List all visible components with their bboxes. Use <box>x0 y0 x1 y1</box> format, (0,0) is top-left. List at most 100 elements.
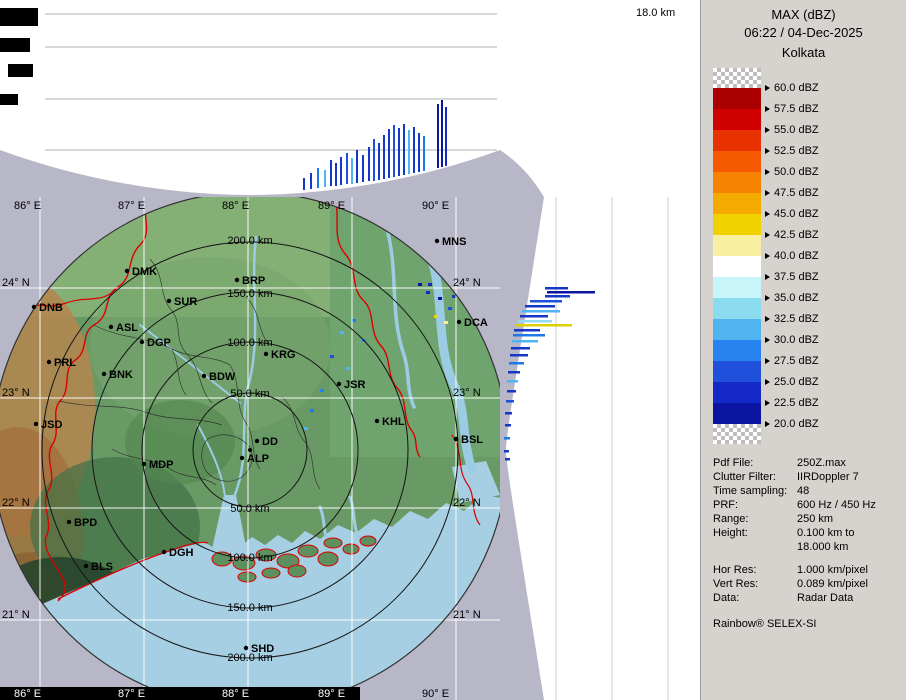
info-value: 250Z.max <box>797 456 846 470</box>
echo-bar <box>530 300 562 303</box>
color-swatch <box>713 130 761 151</box>
color-swatch <box>713 88 761 109</box>
echo-bar <box>335 163 337 186</box>
product-title: MAX (dBZ) <box>701 0 906 24</box>
echo-bar <box>441 100 443 167</box>
echo-bar <box>513 334 545 337</box>
echo-bar <box>351 158 353 184</box>
latitude-label: 23° N <box>453 387 481 399</box>
info-value: 18.000 km <box>797 540 848 554</box>
city-label: BRP <box>242 275 265 287</box>
scale-tick-arrow-icon <box>765 316 770 322</box>
latitude-label: 22° N <box>2 497 30 509</box>
product-info-list: Pdf File:250Z.maxClutter Filter:IIRDoppl… <box>713 456 903 605</box>
city-dot <box>255 439 259 443</box>
scale-tick-text: 42.5 dBZ <box>774 229 819 241</box>
echo-cell <box>352 319 356 322</box>
top-height-profile-panel <box>0 0 500 197</box>
city-label: PRL <box>54 357 76 369</box>
scale-tick-label: 42.5 dBZ <box>765 228 819 242</box>
scale-tick-label: 52.5 dBZ <box>765 144 819 158</box>
color-swatch <box>713 193 761 214</box>
echo-bar <box>514 329 540 332</box>
scale-tick-text: 20.0 dBZ <box>774 418 819 430</box>
city-dot <box>162 550 166 554</box>
scale-tick-text: 60.0 dBZ <box>774 82 819 94</box>
city-label: SHD <box>251 643 274 655</box>
scale-tick-text: 25.0 dBZ <box>774 376 819 388</box>
city-label: BSL <box>461 434 483 446</box>
city-label: JSR <box>344 379 365 391</box>
info-value: 600 Hz / 450 Hz <box>797 498 876 512</box>
info-row: Time sampling:48 <box>713 484 903 498</box>
city-dot <box>34 422 38 426</box>
product-datetime: 06:22 / 04-Dec-2025 <box>701 24 906 42</box>
longitude-label: 89° E <box>318 688 345 700</box>
scale-tick-arrow-icon <box>765 232 770 238</box>
radar-map-panel: 200.0 km150.0 km100.0 km50.0 km50.0 km10… <box>0 197 500 700</box>
city-dot <box>375 419 379 423</box>
city-label: SUR <box>174 296 197 308</box>
echo-bar <box>505 412 512 415</box>
echo-bar <box>445 107 447 166</box>
info-label: Pdf File: <box>713 456 797 470</box>
echo-cell <box>330 355 334 358</box>
color-swatch <box>713 361 761 382</box>
echo-cell <box>452 295 456 298</box>
city-label: MNS <box>442 236 466 248</box>
info-value: IIRDoppler 7 <box>797 470 859 484</box>
range-ring-label: 150.0 km <box>227 288 272 300</box>
longitude-label: 90° E <box>422 200 449 212</box>
transparency-checker-top <box>713 68 761 88</box>
city-label: DGH <box>169 547 194 559</box>
scale-tick-arrow-icon <box>765 253 770 259</box>
right-height-profile-panel: 18.0 km 0.1 km <box>500 0 700 700</box>
info-label: Range: <box>713 512 797 526</box>
scale-tick-label: 22.5 dBZ <box>765 396 819 410</box>
range-ring-label: 200.0 km <box>227 235 272 247</box>
right-profile-background <box>500 0 700 700</box>
scale-tick-label: 25.0 dBZ <box>765 375 819 389</box>
echo-bar <box>356 150 358 183</box>
info-value: 250 km <box>797 512 833 526</box>
echo-bar <box>373 139 375 181</box>
scale-tick-text: 57.5 dBZ <box>774 103 819 115</box>
color-swatch <box>713 172 761 193</box>
scale-tick-label: 57.5 dBZ <box>765 102 819 116</box>
scale-tick-label: 50.0 dBZ <box>765 165 819 179</box>
longitude-label: 87° E <box>118 200 145 212</box>
echo-bar <box>346 153 348 184</box>
echo-bar <box>506 400 514 403</box>
echo-cell <box>444 321 448 324</box>
echo-cell <box>304 427 308 430</box>
echo-bar <box>545 295 570 298</box>
info-label: Data: <box>713 591 797 605</box>
info-row: Height:0.100 km to <box>713 526 903 540</box>
echo-bar <box>388 129 390 178</box>
scale-tick-text: 52.5 dBZ <box>774 145 819 157</box>
echo-cell <box>428 283 432 286</box>
echo-bar <box>547 291 595 294</box>
longitude-label: 86° E <box>14 200 41 212</box>
echo-bar <box>520 315 548 318</box>
color-swatch <box>713 340 761 361</box>
city-label: MDP <box>149 459 173 471</box>
latitude-label: 23° N <box>2 387 30 399</box>
echo-bar <box>378 143 380 180</box>
scale-tick-arrow-icon <box>765 85 770 91</box>
longitude-label: 88° E <box>222 200 249 212</box>
city-dot <box>235 278 239 282</box>
city-dot <box>202 374 206 378</box>
scale-tick-arrow-icon <box>765 421 770 427</box>
city-dot <box>240 456 244 460</box>
longitude-label: 89° E <box>318 200 345 212</box>
echo-bar <box>340 157 342 185</box>
scale-tick-text: 27.5 dBZ <box>774 355 819 367</box>
scale-tick-label: 40.0 dBZ <box>765 249 819 263</box>
info-value: 48 <box>797 484 809 498</box>
city-label: DNB <box>39 302 63 314</box>
latitude-label: 24° N <box>2 277 30 289</box>
city-dot <box>102 372 106 376</box>
scale-tick-text: 47.5 dBZ <box>774 187 819 199</box>
info-label: Hor Res: <box>713 563 797 577</box>
